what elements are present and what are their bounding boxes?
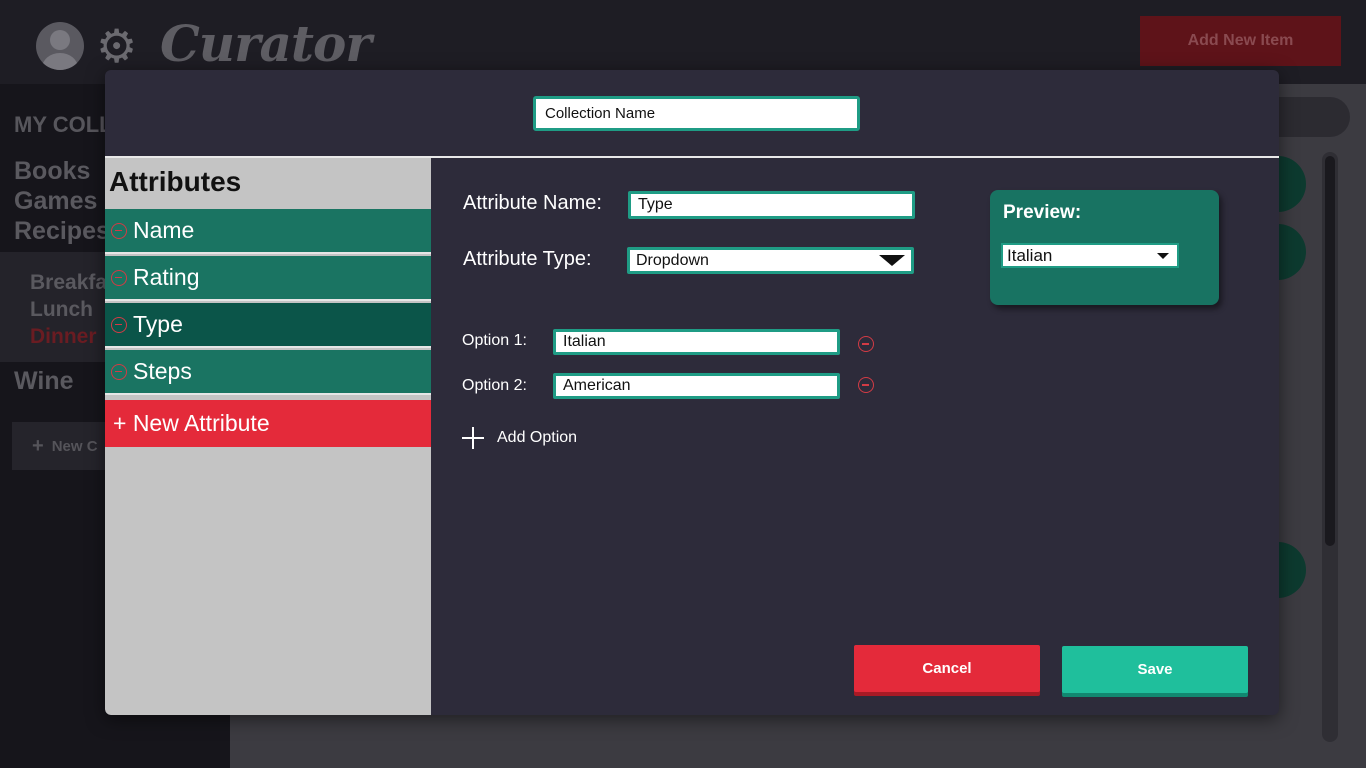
attribute-type-select[interactable]: Dropdown (627, 247, 914, 274)
option-1-input[interactable] (553, 329, 840, 355)
attribute-name-input[interactable] (628, 191, 915, 219)
chevron-down-icon (1157, 252, 1169, 259)
sidebar-item-games[interactable]: Games (14, 187, 97, 216)
add-new-item-button[interactable]: Add New Item (1140, 16, 1341, 66)
my-collections-heading: MY COLL (14, 112, 113, 137)
attribute-item-label: Type (133, 311, 183, 337)
remove-attribute-icon[interactable] (111, 363, 127, 380)
avatar[interactable] (36, 22, 84, 70)
cancel-button[interactable]: Cancel (854, 645, 1040, 692)
attribute-item-label: Steps (133, 358, 192, 384)
remove-option-icon[interactable] (858, 336, 874, 352)
remove-option-icon[interactable] (858, 377, 874, 393)
attribute-item-type[interactable]: Type (105, 303, 431, 348)
remove-attribute-icon[interactable] (111, 222, 127, 239)
attribute-item-rating[interactable]: Rating (105, 256, 431, 301)
attribute-item-label: Rating (133, 264, 200, 290)
sidebar-subitem-lunch[interactable]: Lunch (30, 298, 93, 322)
new-attribute-button[interactable]: + New Attribute (105, 400, 431, 447)
preview-card: Preview: Italian (990, 190, 1219, 305)
sidebar-subitem-dinner[interactable]: Dinner (30, 325, 97, 349)
attribute-type-label: Attribute Type: (463, 248, 592, 270)
add-option-label: Add Option (497, 429, 578, 446)
remove-attribute-icon[interactable] (111, 316, 127, 333)
attribute-item-name[interactable]: Name (105, 209, 431, 254)
scrollbar-thumb[interactable] (1325, 156, 1335, 546)
plus-icon (461, 426, 485, 450)
chevron-down-icon (879, 255, 905, 266)
attributes-panel: Attributes Name Rating Type Steps + New … (105, 158, 431, 715)
collection-name-input[interactable] (533, 96, 860, 131)
new-collection-label: New C (51, 437, 98, 455)
preview-value: Italian (1007, 245, 1053, 265)
preview-title: Preview: (1003, 202, 1082, 223)
sidebar-item-wine[interactable]: Wine (14, 367, 74, 396)
edit-collection-modal: Attributes Name Rating Type Steps + New … (105, 70, 1279, 715)
attribute-item-label: Name (133, 217, 195, 243)
attribute-type-value: Dropdown (636, 251, 709, 269)
option-2-label: Option 2: (462, 377, 527, 394)
add-option-button[interactable]: Add Option (461, 426, 577, 450)
plus-icon: + (32, 434, 44, 457)
save-button[interactable]: Save (1062, 646, 1248, 693)
sidebar-item-recipes[interactable]: Recipes (14, 217, 110, 246)
remove-attribute-icon[interactable] (111, 269, 127, 286)
attributes-title: Attributes (109, 166, 242, 197)
attribute-name-label: Attribute Name: (463, 192, 602, 214)
attribute-item-steps[interactable]: Steps (105, 350, 431, 395)
option-1-label: Option 1: (462, 332, 527, 349)
sidebar-subitem-breakfast[interactable]: Breakfa (30, 271, 107, 295)
gear-icon[interactable]: ⚙ (96, 20, 137, 72)
option-2-input[interactable] (553, 373, 840, 399)
app-logo: Curator (160, 14, 372, 73)
preview-select[interactable]: Italian (1001, 243, 1179, 268)
sidebar-item-books[interactable]: Books (14, 157, 90, 186)
